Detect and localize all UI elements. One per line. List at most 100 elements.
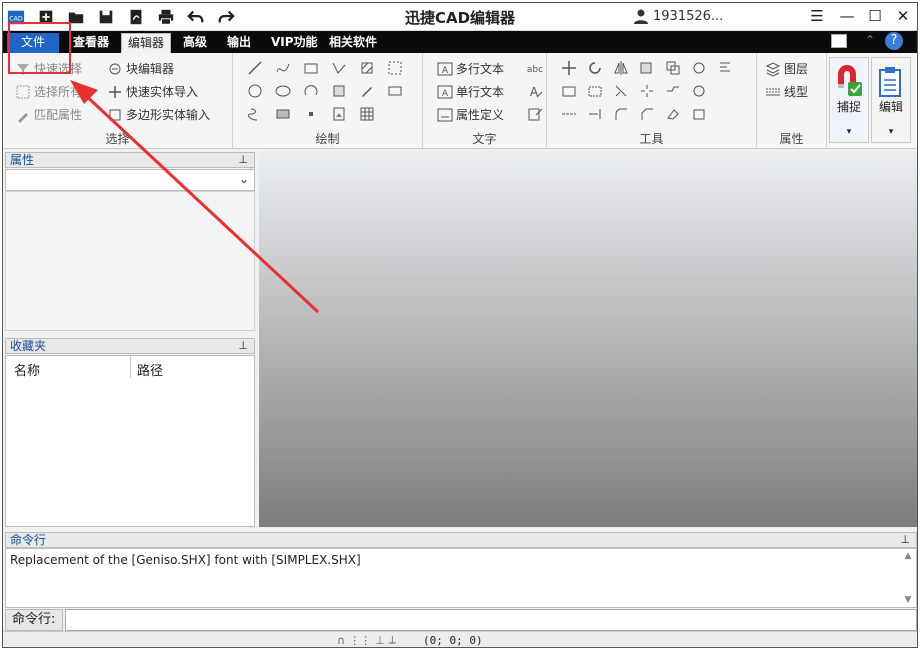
tab-output[interactable]: 输出	[221, 33, 257, 53]
spline-icon[interactable]	[275, 60, 291, 76]
print-icon[interactable]	[155, 6, 177, 28]
plus-move-icon	[107, 84, 123, 100]
offset-icon[interactable]	[587, 83, 603, 99]
join-icon[interactable]	[665, 83, 681, 99]
mirror-icon[interactable]	[613, 60, 629, 76]
svg-text:A: A	[442, 66, 449, 76]
layout-switch-icon[interactable]	[831, 34, 847, 48]
text-note-icon[interactable]	[527, 106, 543, 122]
tab-related-software[interactable]: 相关软件	[323, 33, 383, 53]
text-style-icon[interactable]: abc	[527, 60, 543, 76]
block-editor-button[interactable]: 块编辑器	[107, 60, 174, 77]
polar-status-icon[interactable]: ⟂	[389, 633, 396, 647]
copy-icon[interactable]	[665, 60, 681, 76]
select-all-button[interactable]: 选择所有	[15, 83, 82, 100]
ortho-status-icon[interactable]: ⊥	[375, 634, 385, 647]
freehand-icon[interactable]	[247, 106, 263, 122]
mtext-button[interactable]: A 多行文本	[437, 60, 504, 77]
pin-icon[interactable]: ⊥	[900, 533, 910, 547]
text-edit-icon[interactable]: A	[527, 83, 543, 99]
command-scrollbar[interactable]: ▲ ▼	[902, 551, 914, 605]
favorites-list: 名称 路径	[5, 355, 255, 527]
ribbon: 快速选择 选择所有 匹配属性 块编辑器 快速实体导入 多边形实体输入 选择 绘制…	[3, 53, 917, 149]
annotation-highlight-box	[8, 22, 71, 74]
drawing-canvas[interactable]	[259, 150, 917, 527]
snap-status-icon[interactable]: ∩	[337, 634, 345, 647]
line-icon[interactable]	[247, 60, 263, 76]
magnet-icon	[838, 65, 862, 96]
quick-solid-import-button[interactable]: 快速实体导入	[107, 83, 198, 100]
break-icon[interactable]	[691, 83, 707, 99]
user-account[interactable]: 1931526...	[633, 8, 723, 24]
draw-row-2	[247, 83, 403, 99]
linetype-icon	[765, 84, 781, 100]
trim-icon[interactable]	[613, 83, 629, 99]
edit-dropdown-icon[interactable]: ▾	[889, 127, 894, 137]
match-props-button[interactable]: 匹配属性	[15, 106, 82, 123]
lengthen-icon[interactable]	[561, 106, 577, 122]
menu-icon[interactable]: ☰	[803, 5, 831, 27]
select-all-icon	[15, 84, 31, 100]
properties-combo[interactable]: ⌄	[5, 169, 255, 191]
pdf-icon[interactable]	[125, 6, 147, 28]
circle-icon[interactable]	[247, 83, 263, 99]
hatch-icon[interactable]	[359, 60, 375, 76]
stext-button[interactable]: A 单行文本	[437, 83, 504, 100]
undo-icon[interactable]	[185, 6, 207, 28]
tab-vip[interactable]: VIP功能	[265, 33, 324, 53]
grid-status-icon[interactable]: ⋮⋮	[349, 634, 371, 647]
close-icon[interactable]: ✕	[889, 5, 917, 27]
properties-panel-header: 属性 ⊥	[5, 152, 255, 168]
align-icon[interactable]	[717, 60, 733, 76]
image-icon[interactable]	[331, 106, 347, 122]
snap-button[interactable]: 捕捉 ▾	[829, 57, 869, 143]
linetype-button[interactable]: 线型	[765, 83, 808, 100]
polyline-icon[interactable]	[331, 60, 347, 76]
ellipse-icon[interactable]	[275, 83, 291, 99]
rectangle-icon[interactable]	[303, 60, 319, 76]
column-divider[interactable]	[130, 356, 131, 378]
block-insert-icon[interactable]	[387, 60, 403, 76]
save-icon[interactable]	[95, 6, 117, 28]
extend-icon[interactable]	[587, 106, 603, 122]
edit-button[interactable]: 编辑 ▾	[871, 57, 911, 143]
array-icon[interactable]	[639, 60, 655, 76]
tab-editor[interactable]: 编辑器	[121, 33, 172, 53]
arc-icon[interactable]	[303, 83, 319, 99]
maximize-icon[interactable]: ☐	[861, 5, 889, 27]
polygon-solid-input-button[interactable]: 多边形实体输入	[107, 106, 210, 123]
boundary-icon[interactable]	[387, 83, 403, 99]
region-icon[interactable]	[331, 83, 347, 99]
fill-icon[interactable]	[275, 106, 291, 122]
minimize-icon[interactable]: —	[833, 5, 861, 27]
attr-def-button[interactable]: 属性定义	[437, 106, 504, 123]
erase-icon[interactable]	[665, 106, 681, 122]
pin-icon[interactable]: ⊥	[238, 339, 248, 353]
redo-icon[interactable]	[215, 6, 237, 28]
purge-icon[interactable]	[691, 106, 707, 122]
block-editor-icon	[107, 61, 123, 77]
column-header-path[interactable]: 路径	[137, 360, 163, 379]
command-input[interactable]	[65, 609, 917, 631]
snap-dropdown-icon[interactable]: ▾	[847, 127, 852, 137]
scale-icon[interactable]	[691, 60, 707, 76]
status-tools: ∩ ⋮⋮ ⊥ ⟂	[337, 633, 396, 647]
pin-icon[interactable]: ⊥	[238, 153, 248, 167]
explode-icon[interactable]	[639, 83, 655, 99]
collapse-ribbon-icon[interactable]: ⌃	[865, 33, 875, 47]
pen-icon[interactable]	[359, 83, 375, 99]
svg-text:abc: abc	[527, 65, 543, 75]
help-icon[interactable]: ?	[885, 32, 903, 50]
chamfer-icon[interactable]	[639, 106, 655, 122]
fillet-icon[interactable]	[613, 106, 629, 122]
layers-button[interactable]: 图层	[765, 60, 808, 77]
point-icon[interactable]	[303, 106, 319, 122]
stretch-icon[interactable]	[561, 83, 577, 99]
tab-advanced[interactable]: 高级	[177, 33, 213, 53]
column-header-name[interactable]: 名称	[14, 360, 40, 379]
tab-viewer[interactable]: 查看器	[67, 33, 115, 53]
move-icon[interactable]	[561, 60, 577, 76]
svg-text:A: A	[442, 89, 449, 99]
rotate-icon[interactable]	[587, 60, 603, 76]
table-icon[interactable]	[359, 106, 375, 122]
